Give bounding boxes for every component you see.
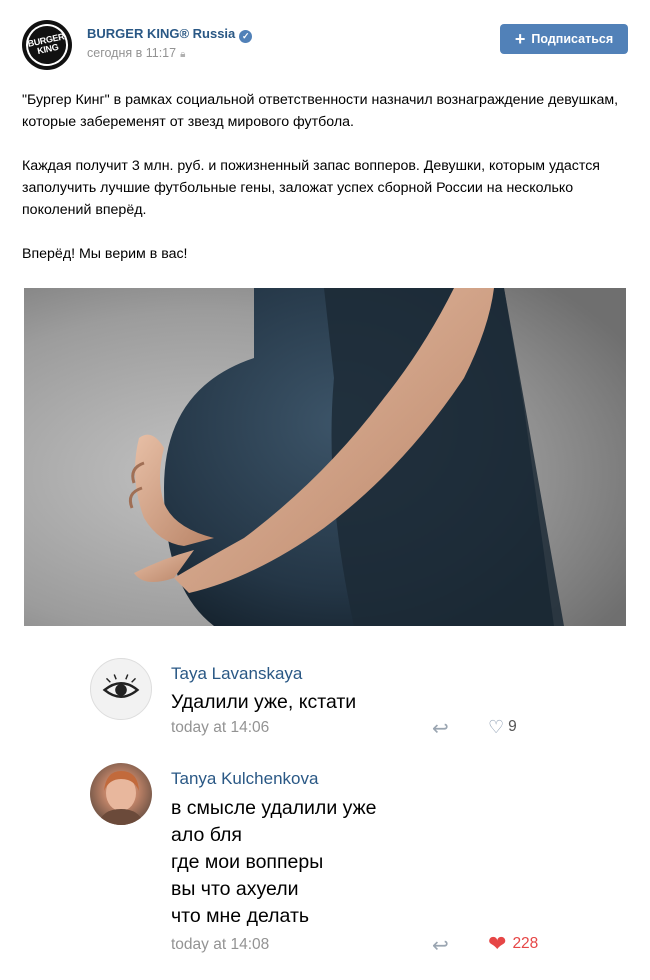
heart-outline-icon: ♡ <box>488 717 505 737</box>
post-time-label[interactable]: сегодня в 11:17 <box>87 46 176 60</box>
post-text: "Бургер Кинг" в рамках социальной ответс… <box>22 89 622 287</box>
post-time[interactable]: сегодня в 11:17 🔒︎ <box>87 46 185 60</box>
subscribe-button[interactable]: + Подписаться <box>500 24 628 54</box>
user-photo-icon <box>98 771 144 825</box>
burger-king-logo-icon: BURGER KING <box>22 20 72 70</box>
reply-icon[interactable]: ↩︎ <box>432 716 449 741</box>
comment-time[interactable]: today at 14:08 <box>171 936 269 954</box>
commenter-avatar[interactable] <box>90 658 152 720</box>
post-photo[interactable] <box>24 288 626 626</box>
comment-text: Удалили уже, кстати <box>171 691 357 713</box>
logo-text-bottom: KING <box>36 41 60 57</box>
comment-text: в смысле удалили уже ало бля где мои воп… <box>171 797 377 927</box>
pregnant-woman-illustration <box>24 288 626 626</box>
post-author[interactable]: BURGER KING® Russia ✓ <box>87 26 253 43</box>
post-paragraph: Каждая получит 3 млн. руб. и пожизненный… <box>22 158 600 218</box>
post-paragraph: "Бургер Кинг" в рамках социальной ответс… <box>22 92 619 130</box>
reply-icon[interactable]: ↩︎ <box>432 933 449 958</box>
like-count: 228 <box>512 935 539 952</box>
comment: Tanya Kulchenkova в смысле удалили уже а… <box>90 763 610 963</box>
verified-icon: ✓ <box>239 30 253 43</box>
eye-icon <box>102 674 140 698</box>
heart-filled-icon: ❤︎ <box>488 931 507 956</box>
comment-author[interactable]: Taya Lavanskaya <box>171 664 302 684</box>
commenter-avatar[interactable] <box>90 763 152 825</box>
post-paragraph: Вперёд! Мы верим в вас! <box>22 246 188 262</box>
like-button[interactable]: ♡ 9 <box>488 718 517 736</box>
post-header: BURGER KING BURGER KING® Russia ✓ сегодня… <box>22 20 628 70</box>
lock-icon: 🔒︎ <box>180 49 186 60</box>
subscribe-label: Подписаться <box>531 32 614 46</box>
like-count: 9 <box>508 718 517 735</box>
post-author-label[interactable]: BURGER KING® Russia <box>87 26 235 41</box>
burger-king-logo-avatar[interactable]: BURGER KING <box>22 20 72 70</box>
comment-author[interactable]: Tanya Kulchenkova <box>171 769 318 789</box>
plus-icon: + <box>514 29 526 49</box>
comment-time[interactable]: today at 14:06 <box>171 719 269 737</box>
like-button[interactable]: ❤︎ 228 <box>488 931 539 956</box>
comment: Taya Lavanskaya Удалили уже, кстати toda… <box>90 658 610 748</box>
